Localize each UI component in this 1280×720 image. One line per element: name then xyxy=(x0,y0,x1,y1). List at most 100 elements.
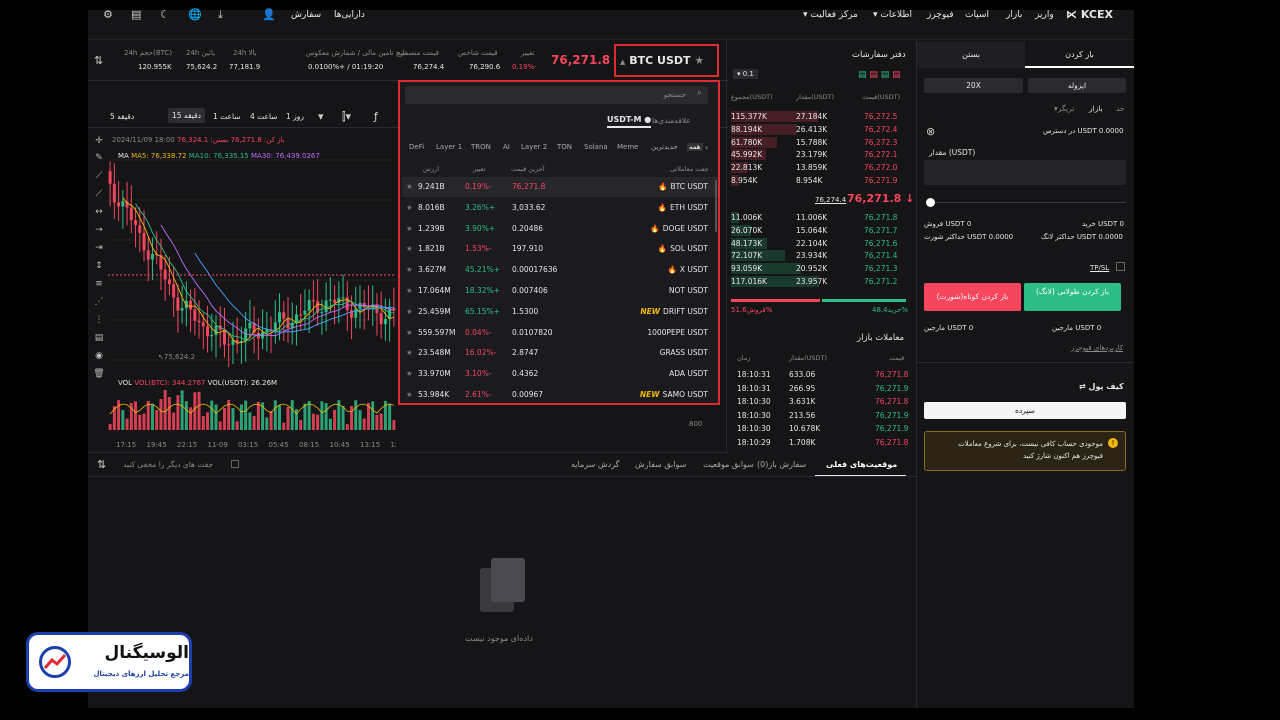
nav-spot[interactable]: اسپات xyxy=(965,0,989,30)
ob-price[interactable]: 76,271.6 xyxy=(864,239,897,248)
ob-price[interactable]: 76,271.2 xyxy=(864,277,897,286)
document-icon[interactable]: ▤ xyxy=(131,0,141,30)
pencil-icon[interactable]: ✎ xyxy=(93,153,105,163)
channel-icon[interactable]: ≡ xyxy=(93,279,105,289)
tab-favorites[interactable]: علاقه‌مندی‌ها xyxy=(652,116,691,125)
category-tab[interactable]: Layer 2 xyxy=(521,143,547,151)
price-chart[interactable]: 17:15 19:45 22:15 11-09 03:15 05:45 08:15 10:45… xyxy=(108,130,396,452)
tab-open[interactable]: باز کردن xyxy=(1025,42,1134,68)
star-icon[interactable]: ★ xyxy=(406,328,413,337)
ob-price[interactable]: 76,272.4 xyxy=(864,125,897,134)
nav-market[interactable]: بازار xyxy=(1006,0,1022,30)
nav-deposit[interactable]: واریز xyxy=(1035,0,1054,30)
order-trigger[interactable]: ▾تریگر xyxy=(1054,104,1074,113)
indicator-icon[interactable]: ƒ xyxy=(374,110,378,123)
dropdown-row[interactable]: ★ 559.597M 0.04%- 0.0107820 1000PEPE USDT xyxy=(402,323,718,343)
star-icon[interactable]: ★ xyxy=(406,286,413,295)
category-tab[interactable]: TRON xyxy=(471,143,491,151)
bottom-tab[interactable]: گردش سرمایه xyxy=(571,460,619,469)
dropdown-row[interactable]: ★ 53.984K 2.61%- 0.00967 NEW SAMO USDT xyxy=(402,385,718,405)
dropdown-row[interactable]: ★ 17.064M 18.32%+ 0.007406 NOT USDT xyxy=(402,281,718,301)
star-icon[interactable]: ★ xyxy=(406,307,413,316)
parallel-icon[interactable]: ⇥ xyxy=(93,243,105,253)
amount-input[interactable] xyxy=(924,160,1126,185)
order-limit[interactable]: حد xyxy=(1116,104,1125,113)
nav-assets[interactable]: دارایی‌ها xyxy=(334,0,365,30)
ob-price[interactable]: 76,272.1 xyxy=(864,150,897,159)
globe-icon[interactable]: 🌐 xyxy=(188,0,202,30)
star-icon[interactable]: ★ xyxy=(406,203,413,212)
margin-mode-button[interactable]: ایزوله xyxy=(1028,78,1126,93)
step-select[interactable]: ▾ 0.1 xyxy=(733,69,758,79)
nav-activity[interactable]: ▾ مرکز فعالیت xyxy=(803,0,858,30)
category-tab[interactable]: TON xyxy=(557,143,572,151)
category-tab[interactable]: Solana xyxy=(584,143,608,151)
horizontal-line-icon[interactable]: ↔ xyxy=(93,207,105,217)
open-long-button[interactable]: باز کردن طولانی (لانگ) xyxy=(1024,283,1121,311)
dropdown-row[interactable]: ★ 33.970M 3.10%- 0.4362 ADA USDT xyxy=(402,364,718,384)
amount-slider[interactable] xyxy=(930,202,1126,203)
dropdown-row[interactable]: ★ 1.239B 3.90%+ 0.20486 🔥 DOGE USDT xyxy=(402,219,718,239)
star-icon[interactable]: ★ xyxy=(406,265,413,274)
timeframe-4h[interactable]: ساعت 4 xyxy=(250,112,278,121)
nav-info[interactable]: ▾ اطلاعات xyxy=(873,0,912,30)
filter-icon[interactable]: ⇅ xyxy=(94,54,103,67)
more-icon[interactable]: ▾ xyxy=(318,110,324,123)
download-icon[interactable]: ⤓ xyxy=(218,0,223,30)
nav-orders[interactable]: سفارش xyxy=(291,0,321,30)
star-icon[interactable]: ★ xyxy=(406,244,413,253)
star-icon[interactable]: ★ xyxy=(694,54,704,67)
leverage-button[interactable]: 20X xyxy=(924,78,1023,93)
nav-futures[interactable]: فیوچرز xyxy=(927,0,954,30)
star-icon[interactable]: ★ xyxy=(406,348,413,357)
pair-selector[interactable]: ▲ BTC USDT ★ xyxy=(620,54,704,67)
category-tab[interactable]: همه xyxy=(687,143,703,151)
tab-usdt-m[interactable]: USDT-M ● xyxy=(607,115,652,128)
timeframe-1d[interactable]: روز 1 xyxy=(286,112,304,121)
slider-handle[interactable] xyxy=(926,198,935,207)
brush-icon[interactable]: ⟋ xyxy=(93,171,105,181)
ob-price[interactable]: 76,271.8 xyxy=(864,213,897,222)
calculator-link[interactable]: کاربردهای فیوچرز xyxy=(1071,344,1123,352)
category-tab[interactable]: Layer 1 xyxy=(436,143,462,151)
star-icon[interactable]: ★ xyxy=(406,182,413,191)
dropdown-row[interactable]: ★ 1.821B 1.53%- 197.910 🔥 SOL USDT xyxy=(402,239,718,259)
category-tab[interactable]: AI xyxy=(503,143,510,151)
user-icon[interactable]: 👤 xyxy=(262,0,276,30)
tab-close[interactable]: بستن xyxy=(917,42,1025,68)
ob-price[interactable]: 76,271.9 xyxy=(864,176,897,185)
eye-icon[interactable]: ◉ xyxy=(93,351,105,361)
star-icon[interactable]: ★ xyxy=(406,224,413,233)
order-market[interactable]: بازار xyxy=(1089,104,1103,113)
category-tab[interactable]: DeFi xyxy=(409,143,424,151)
bottom-tab[interactable]: موقعیت‌های فعلی xyxy=(826,460,897,469)
star-icon[interactable]: ★ xyxy=(406,369,413,378)
tpsl-checkbox[interactable] xyxy=(1116,262,1125,271)
timeframe-5m[interactable]: دقیقه 5 xyxy=(110,112,134,121)
dropdown-row[interactable]: ★ 8.016B 3.26%+ 3,033.62 🔥 ETH USDT xyxy=(402,198,718,218)
vertical-line-icon[interactable]: ↕ xyxy=(93,261,105,271)
ob-price[interactable]: 76,271.7 xyxy=(864,226,897,235)
dropdown-row[interactable]: ★ 23.548M 16.02%- 2.8747 GRASS USDT xyxy=(402,343,718,363)
ray-icon[interactable]: → xyxy=(93,225,105,235)
hide-other-checkbox[interactable] xyxy=(231,460,239,468)
crosshair-icon[interactable]: ✛ xyxy=(93,136,105,146)
trendline-icon[interactable]: ⟋ xyxy=(93,189,105,199)
star-icon[interactable]: ★ xyxy=(406,390,413,399)
category-tab[interactable]: Meme xyxy=(617,143,638,151)
category-tab[interactable]: جدیدترین xyxy=(651,143,678,151)
fib-icon[interactable]: ⋰ xyxy=(93,297,105,307)
hide-other-pairs[interactable]: جفت های دیگر را مخفی کنید xyxy=(123,460,213,469)
trash-icon[interactable]: 🗑 xyxy=(93,369,105,379)
ob-price[interactable]: 76,272.3 xyxy=(864,138,897,147)
moon-icon[interactable]: ☾ xyxy=(160,0,170,30)
timeframe-1h[interactable]: ساعت 1 xyxy=(213,112,241,121)
open-short-button[interactable]: باز کردن کوتاه(شورت) xyxy=(924,283,1021,311)
ob-price[interactable]: 76,272.5 xyxy=(864,112,897,121)
ob-price[interactable]: 76,271.3 xyxy=(864,264,897,273)
candle-type-icon[interactable]: ⫿▾ xyxy=(342,110,351,124)
ob-price[interactable]: 76,271.4 xyxy=(864,251,897,260)
settings-icon[interactable]: ⚙ xyxy=(103,0,113,30)
dropdown-row[interactable]: ★ 9.241B 0.19%- 76,271.8 🔥 BTC USDT xyxy=(402,177,718,197)
ruler-icon[interactable]: ▤ xyxy=(93,333,105,343)
